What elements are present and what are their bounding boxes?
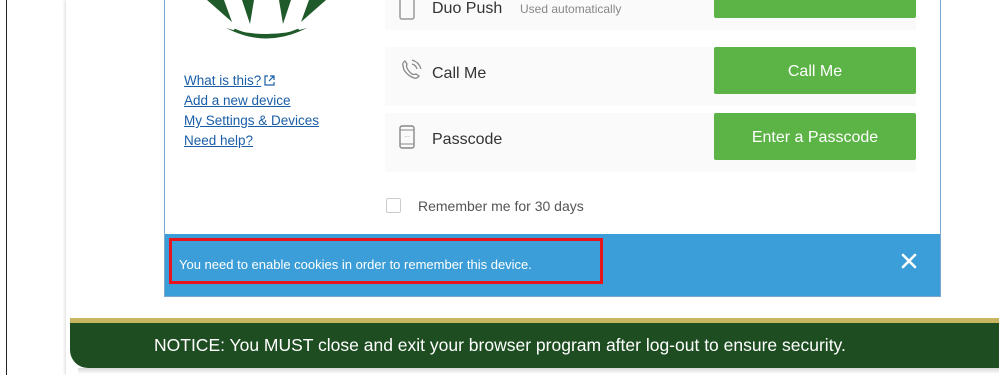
- footer-notice-text: NOTICE: You MUST close and exit your bro…: [154, 335, 846, 355]
- duo-push-label: Duo Push: [432, 0, 503, 17]
- passcode-device-icon: ···: [399, 125, 415, 149]
- side-links: What is this? Add a new device My Settin…: [184, 71, 319, 151]
- phone-icon: [399, 0, 415, 20]
- passcode-label: Passcode: [432, 131, 503, 148]
- footer-notice-bar: NOTICE: You MUST close and exit your bro…: [70, 323, 999, 368]
- external-link-icon: [264, 75, 275, 86]
- call-me-label: Call Me: [432, 65, 487, 82]
- need-help-link[interactable]: Need help?: [184, 131, 319, 151]
- close-icon[interactable]: [898, 250, 920, 272]
- svg-text:···: ···: [404, 134, 410, 141]
- call-me-button[interactable]: Call Me: [714, 47, 916, 94]
- logo-icon: [207, 0, 326, 39]
- what-is-this-link[interactable]: What is this?: [184, 71, 319, 91]
- send-push-button[interactable]: Send Me a Push: [714, 0, 916, 18]
- remember-me: Remember me for 30 days: [386, 198, 584, 214]
- cookie-notice-text: You need to enable cookies in order to r…: [179, 257, 532, 272]
- enter-passcode-button[interactable]: Enter a Passcode: [714, 113, 916, 160]
- what-is-this-label: What is this?: [184, 73, 262, 88]
- method-row-duo-push: Duo Push Used automatically Send Me a Pu…: [385, 0, 916, 30]
- remember-checkbox[interactable]: [386, 198, 401, 213]
- cookie-notice-bar: You need to enable cookies in order to r…: [165, 234, 940, 296]
- duo-push-note: Used automatically: [520, 2, 622, 16]
- footer-shadow: [78, 368, 999, 374]
- add-device-link[interactable]: Add a new device: [184, 91, 319, 111]
- method-row-call-me: Call Me Call Me: [385, 47, 916, 106]
- method-row-passcode: ··· Passcode Enter a Passcode: [385, 113, 916, 172]
- call-icon: [402, 59, 422, 79]
- settings-devices-link[interactable]: My Settings & Devices: [184, 111, 319, 131]
- remember-label: Remember me for 30 days: [418, 198, 584, 214]
